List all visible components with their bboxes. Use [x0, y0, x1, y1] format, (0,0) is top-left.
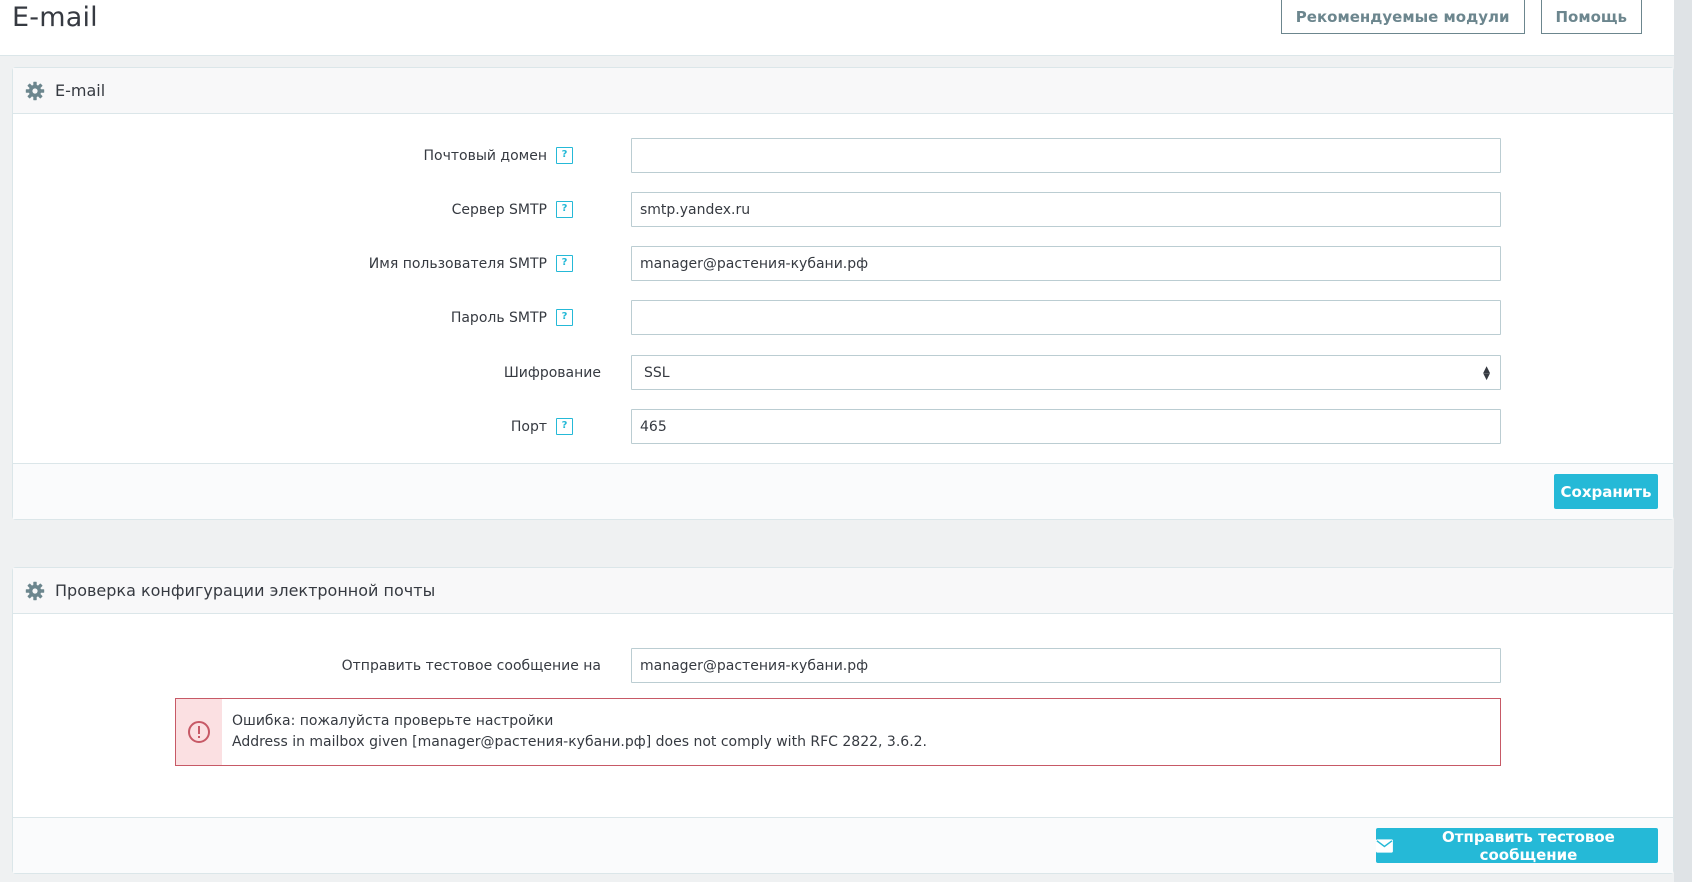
smtp-server-row: Сервер SMTP ? smtp.yandex.ru: [13, 192, 1673, 227]
select-caret-icon: ▲ ▼: [1483, 365, 1490, 382]
smtp-server-input[interactable]: smtp.yandex.ru: [631, 192, 1501, 227]
header-toolbar: Рекомендуемые модули Помощь: [1280, 0, 1642, 34]
send-to-row: Отправить тестовое сообщение на manager@…: [13, 648, 1673, 683]
help-icon[interactable]: ?: [556, 201, 573, 218]
email-panel-footer: Сохранить: [13, 463, 1673, 519]
help-button[interactable]: Помощь: [1540, 0, 1642, 34]
mail-domain-row: Почтовый домен ?: [13, 138, 1673, 173]
mail-domain-input[interactable]: [631, 138, 1501, 173]
encryption-label-group: Шифрование: [504, 355, 601, 390]
encryption-select-value: SSL: [644, 364, 670, 381]
send-to-label-group: Отправить тестовое сообщение на: [342, 648, 601, 683]
email-panel-heading: E-mail: [13, 68, 1673, 114]
mail-domain-label: Почтовый домен: [423, 147, 547, 164]
smtp-user-input[interactable]: manager@растения-кубани.рф: [631, 246, 1501, 281]
email-settings-page: E-mail Рекомендуемые модули Помощь E-mai…: [0, 0, 1692, 882]
test-config-panel: Проверка конфигурации электронной почты …: [12, 567, 1674, 874]
test-panel-footer: Отправить тестовое сообщение: [13, 817, 1673, 873]
smtp-user-label: Имя пользователя SMTP: [368, 255, 547, 272]
port-row: Порт ? 465: [13, 409, 1673, 444]
page-title: E-mail: [12, 2, 98, 33]
send-test-email-label: Отправить тестовое сообщение: [1442, 827, 1615, 864]
recommended-modules-button[interactable]: Рекомендуемые модули: [1280, 0, 1525, 34]
help-icon[interactable]: ?: [556, 309, 573, 326]
test-panel-title: Проверка конфигурации электронной почты: [55, 581, 436, 600]
error-title: Ошибка: пожалуйста проверьте настройки: [232, 713, 554, 729]
help-icon[interactable]: ?: [556, 147, 573, 164]
smtp-password-input[interactable]: [631, 300, 1501, 335]
encryption-row: Шифрование SSL ▲ ▼: [13, 355, 1673, 390]
encryption-label: Шифрование: [503, 364, 601, 381]
smtp-server-label: Сервер SMTP: [451, 201, 547, 218]
smtp-user-label-group: Имя пользователя SMTP ?: [369, 246, 601, 281]
error-detail: Address in mailbox given [manager@растен…: [232, 734, 927, 750]
smtp-password-label-group: Пароль SMTP ?: [451, 300, 601, 335]
gear-icon: [25, 581, 45, 600]
alert-icon-box: [176, 699, 222, 765]
smtp-user-row: Имя пользователя SMTP ? manager@растения…: [13, 246, 1673, 281]
test-panel-heading: Проверка конфигурации электронной почты: [13, 568, 1673, 614]
send-to-label: Отправить тестовое сообщение на: [341, 657, 601, 674]
gear-icon: [25, 81, 45, 100]
email-panel: E-mail Почтовый домен ? Сервер SMTP ? sm…: [12, 67, 1674, 520]
exclamation-circle-icon: [188, 721, 210, 743]
port-label: Порт: [510, 418, 547, 435]
page-header: E-mail Рекомендуемые модули Помощь: [0, 0, 1674, 56]
encryption-select[interactable]: SSL ▲ ▼: [631, 355, 1501, 390]
alert-text: Ошибка: пожалуйста проверьте настройки A…: [222, 699, 927, 765]
smtp-password-label: Пароль SMTP: [450, 309, 547, 326]
error-alert: Ошибка: пожалуйста проверьте настройки A…: [175, 698, 1501, 766]
help-icon[interactable]: ?: [556, 255, 573, 272]
port-input[interactable]: 465: [631, 409, 1501, 444]
send-to-input[interactable]: manager@растения-кубани.рф: [631, 648, 1501, 683]
smtp-server-label-group: Сервер SMTP ?: [452, 192, 601, 227]
save-button[interactable]: Сохранить: [1554, 474, 1658, 509]
smtp-password-row: Пароль SMTP ?: [13, 300, 1673, 335]
email-panel-title: E-mail: [55, 81, 106, 100]
mail-domain-label-group: Почтовый домен ?: [423, 138, 601, 173]
send-test-email-button[interactable]: Отправить тестовое сообщение: [1376, 827, 1658, 864]
help-icon[interactable]: ?: [556, 418, 573, 435]
scrollbar-track[interactable]: [1674, 0, 1692, 882]
port-label-group: Порт ?: [511, 409, 601, 444]
envelope-icon: [1376, 838, 1393, 853]
